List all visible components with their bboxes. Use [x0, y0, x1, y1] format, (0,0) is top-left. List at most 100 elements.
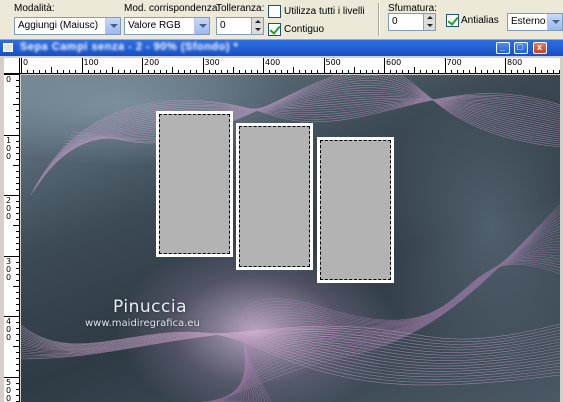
ruler-tick [256, 70, 258, 73]
image-window-titlebar[interactable]: Sepa Campi senza - 2 - 90% (Sfondo) * [0, 40, 563, 56]
ruler-tick [16, 309, 19, 311]
image-window-title: Sepa Campi senza - 2 - 90% (Sfondo) * [20, 41, 239, 53]
contiguous-checkbox[interactable] [268, 23, 281, 36]
antialias-mode-value: Esterno [511, 16, 546, 27]
ruler-tick [323, 58, 325, 73]
ruler-tick [371, 70, 373, 73]
ruler-tick [105, 70, 107, 73]
ruler-tick [486, 70, 488, 73]
selection-marquee [239, 126, 310, 267]
ruler-tick [16, 170, 19, 172]
match-mode-select[interactable]: Valore RGB [124, 17, 210, 35]
ruler-tick [178, 70, 180, 73]
antialias-label: Antialias [461, 15, 499, 26]
watermark-url: www.maidiregrafica.eu [85, 318, 200, 329]
ruler-tick [16, 297, 19, 299]
use-all-layers-checkbox[interactable] [268, 5, 281, 18]
ruler-tick [462, 70, 464, 73]
ruler-tick [535, 67, 537, 73]
minimize-button[interactable] [496, 42, 510, 54]
ruler-tick [16, 249, 19, 251]
spin-down-icon[interactable] [251, 26, 263, 34]
image-window-icon [3, 43, 13, 52]
ruler-tick [299, 70, 301, 73]
ruler-tick [281, 70, 283, 73]
ruler-tick [220, 70, 222, 73]
selection-marquee [320, 140, 391, 280]
close-button[interactable] [533, 42, 547, 54]
ruler-tick [160, 70, 162, 73]
spin-up-icon[interactable] [251, 18, 263, 26]
ruler-tick [468, 70, 470, 73]
selection-frame-2[interactable] [236, 123, 313, 270]
tolerance-spinner[interactable]: 0 [216, 17, 264, 35]
ruler-tick [16, 213, 19, 215]
ruler-tick [444, 58, 446, 73]
ruler-tick [16, 291, 19, 293]
ruler-tick [21, 58, 22, 73]
selection-frame-3[interactable] [317, 137, 394, 283]
ruler-tick [16, 116, 19, 118]
toolbar-separator [378, 3, 380, 36]
ruler-tick [16, 128, 19, 130]
ruler-tick [359, 70, 361, 73]
ruler-tick [16, 267, 19, 269]
ruler-tick [87, 70, 89, 73]
ruler-label: 100 [83, 58, 99, 67]
ruler-tick [287, 70, 289, 73]
antialias-checkbox[interactable] [446, 14, 459, 27]
ruler-tick [16, 370, 19, 372]
feather-spinner[interactable]: 0 [388, 13, 436, 31]
ruler-tick [16, 152, 19, 154]
ruler-tick [232, 67, 234, 73]
match-mode-select-value: Valore RGB [128, 20, 181, 31]
mode-select[interactable]: Aggiungi (Maiusc) [14, 17, 121, 35]
ruler-tick [16, 394, 19, 396]
ruler-tick [311, 70, 313, 73]
wave-line [244, 249, 560, 402]
vertical-ruler: 0 100 200 300 400 500 [4, 74, 20, 402]
ruler-tick [238, 70, 240, 73]
ruler-tick [547, 70, 549, 73]
ruler-tick [384, 58, 385, 73]
ruler-label: 200 [5, 196, 12, 221]
ruler-tick [16, 231, 19, 233]
ruler-tick [69, 70, 71, 73]
ruler-tick [51, 67, 53, 73]
chevron-down-icon[interactable] [194, 18, 209, 34]
ruler-tick [275, 70, 277, 73]
ruler-tick [13, 164, 19, 166]
chevron-down-icon[interactable] [105, 18, 120, 34]
ruler-tick [135, 70, 137, 73]
ruler-tick [142, 58, 143, 73]
ruler-tick [16, 146, 19, 148]
ruler-tick [16, 358, 19, 360]
ruler-tick [269, 70, 271, 73]
chevron-down-icon[interactable] [547, 14, 562, 30]
mode-label: Modalità: [14, 3, 55, 14]
spin-up-icon[interactable] [423, 14, 435, 22]
image-canvas[interactable]: Pinuccia www.maidiregrafica.eu [21, 75, 560, 402]
ruler-label: 700 [446, 58, 462, 67]
ruler-tick [214, 70, 216, 73]
ruler-tick [474, 67, 476, 73]
maximize-button[interactable] [514, 42, 528, 54]
ruler-tick [16, 322, 19, 324]
ruler-tick [329, 70, 331, 73]
ruler-label: 200 [144, 58, 160, 67]
ruler-label: 600 [386, 58, 402, 67]
ruler-tick [408, 70, 410, 73]
ruler-tick [148, 70, 150, 73]
ruler-tick [190, 70, 192, 73]
ruler-tick [16, 279, 19, 281]
selection-frame-1[interactable] [156, 111, 233, 257]
ruler-tick [263, 58, 264, 73]
antialias-mode-select[interactable]: Esterno [507, 13, 563, 31]
spin-down-icon[interactable] [423, 22, 435, 30]
ruler-tick [39, 70, 41, 73]
ruler-tick [154, 70, 156, 73]
ruler-tick [99, 70, 101, 73]
selection-marquee [159, 114, 230, 254]
ruler-tick [480, 70, 482, 73]
ruler-tick [396, 70, 398, 73]
